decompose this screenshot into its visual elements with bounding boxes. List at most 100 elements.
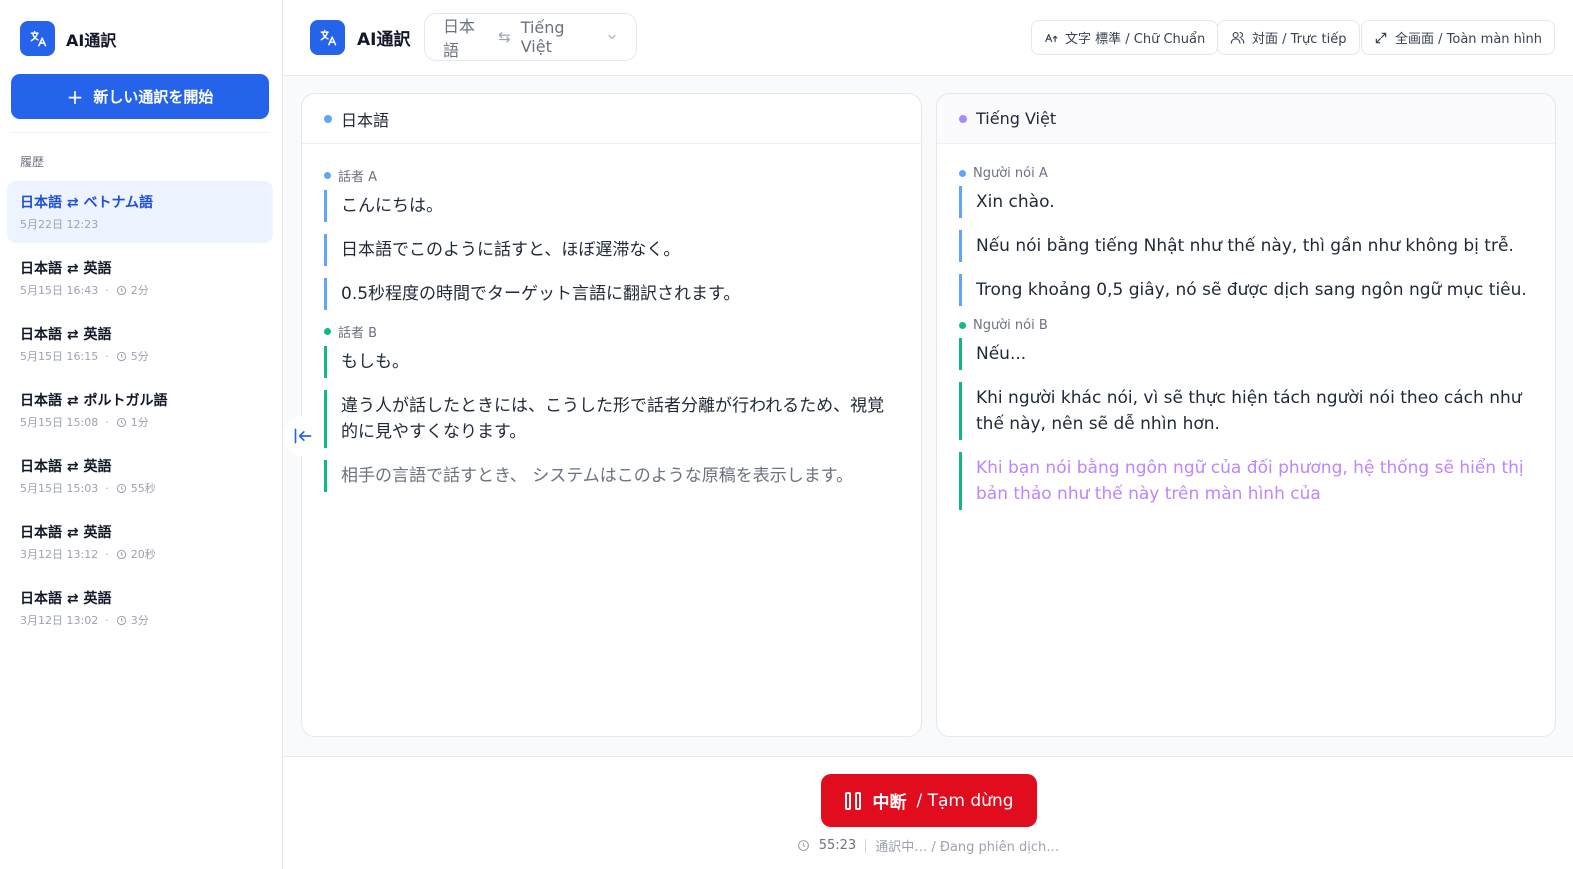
history-item-date: 5月22日 12:23 bbox=[20, 218, 99, 231]
meta-separator: · bbox=[105, 613, 109, 627]
fullscreen-button[interactable]: 全画面 / Toàn màn hình bbox=[1361, 20, 1555, 55]
history-item-date: 5月15日 15:08 bbox=[20, 416, 99, 429]
history-item-date: 3月12日 13:02 bbox=[20, 614, 99, 627]
history-item-date: 5月15日 16:15 bbox=[20, 350, 99, 363]
source-language: 日本語 bbox=[443, 17, 476, 60]
target-panel: Tiếng Việt Người nói A Xin chào. Nếu nói b… bbox=[936, 93, 1556, 737]
history-item[interactable]: 日本語 ⇄ ベトナム語 5月22日 12:23 bbox=[7, 181, 273, 243]
clock-icon bbox=[116, 417, 127, 428]
new-session-label: 新しい通訳を開始 bbox=[93, 88, 214, 106]
interpreting-status: 通訳中… / Đang phiên dịch… bbox=[875, 840, 1060, 855]
divider bbox=[11, 132, 269, 133]
clock-icon bbox=[116, 549, 127, 560]
history-item-title: 日本語 ⇄ ポルトガル語 bbox=[20, 393, 168, 409]
transcript-line: Xin chào. bbox=[959, 186, 1533, 218]
history-item-duration: 20秒 bbox=[130, 548, 156, 561]
history-item[interactable]: 日本語 ⇄ 英語 3月12日 13:02 · 3分 bbox=[7, 577, 273, 639]
history-item-meta: 5月15日 15:03 · 55秒 bbox=[20, 480, 260, 496]
transcript-area: 日本語 話者 A こんにちは。 日本語でこのように話すと、ほぼ遅滞なく。 0.5秒程度… bbox=[283, 76, 1573, 756]
pause-button[interactable]: 中断 / Tạm dừng bbox=[821, 774, 1037, 827]
meta-separator: · bbox=[105, 547, 109, 561]
transcript-line: もしも。 bbox=[324, 346, 899, 378]
top-header: AI通訳 日本語 ⇆ Tiếng Việt 文字 標準 / Chữ Chuẩn … bbox=[283, 0, 1573, 76]
transcript-line: Nếu nói bằng tiếng Nhật như thế này, thì… bbox=[959, 230, 1533, 262]
history-item-duration: 5分 bbox=[130, 350, 149, 363]
translate-icon bbox=[20, 21, 55, 56]
history-item-meta: 3月12日 13:02 · 3分 bbox=[20, 612, 260, 628]
history-item[interactable]: 日本語 ⇄ 英語 5月15日 16:15 · 5分 bbox=[7, 313, 273, 375]
swap-icon: ⇆ bbox=[498, 28, 511, 46]
sidebar-brand[interactable]: AI通訳 bbox=[20, 21, 116, 56]
speaker-group: 話者 A こんにちは。 日本語でこのように話すと、ほぼ遅滞なく。 0.5秒程度の時間で… bbox=[324, 166, 899, 310]
transcript-line: Nếu... bbox=[959, 338, 1533, 370]
draft-line: Khi bạn nói bằng ngôn ngữ của đối phương… bbox=[959, 452, 1533, 510]
source-panel-header: 日本語 bbox=[302, 94, 921, 144]
users-icon bbox=[1230, 31, 1245, 44]
meta-separator: · bbox=[105, 415, 109, 429]
source-transcript: 話者 A こんにちは。 日本語でこのように話すと、ほぼ遅滞なく。 0.5秒程度の時間で… bbox=[302, 144, 921, 492]
pause-label-ja: 中断 bbox=[872, 793, 907, 813]
header-brand: AI通訳 bbox=[310, 20, 410, 55]
transcript-line: 日本語でこのように話すと、ほぼ遅滞なく。 bbox=[324, 234, 899, 266]
speaker-name: 話者 B bbox=[338, 326, 378, 341]
history-item-title: 日本語 ⇄ 英語 bbox=[20, 525, 112, 541]
face-to-face-label: 対面 / Trực tiếp bbox=[1252, 32, 1347, 47]
pause-icon bbox=[845, 791, 862, 810]
text-size-button[interactable]: 文字 標準 / Chữ Chuẩn bbox=[1031, 20, 1219, 55]
collapse-left-icon bbox=[294, 428, 312, 444]
history-item[interactable]: 日本語 ⇄ 英語 3月12日 13:12 · 20秒 bbox=[7, 511, 273, 573]
translate-icon bbox=[310, 20, 345, 55]
history-item-title: 日本語 ⇄ 英語 bbox=[20, 591, 112, 607]
source-panel-title: 日本語 bbox=[341, 110, 390, 130]
history-item-meta: 5月15日 16:15 · 5分 bbox=[20, 348, 260, 364]
history-title: 履歴 bbox=[20, 155, 45, 169]
transcript-line: Khi người khác nói, vì sẽ thực hiện tách… bbox=[959, 382, 1533, 440]
target-dot bbox=[959, 114, 967, 123]
language-pair-select[interactable]: 日本語 ⇆ Tiếng Việt bbox=[424, 13, 637, 61]
history-item-duration: 55秒 bbox=[130, 482, 156, 495]
speaker-name: Người nói B bbox=[973, 318, 1048, 333]
header-app-name: AI通訳 bbox=[357, 30, 411, 50]
speaker-dot bbox=[324, 172, 331, 179]
collapse-sidebar-button[interactable] bbox=[283, 416, 323, 456]
transcript-line: Trong khoảng 0,5 giây, nó sẽ được dịch s… bbox=[959, 274, 1533, 306]
speaker-dot bbox=[959, 322, 966, 329]
source-dot bbox=[324, 114, 332, 123]
face-to-face-button[interactable]: 対面 / Trực tiếp bbox=[1217, 20, 1360, 55]
history-item-date: 5月15日 15:03 bbox=[20, 482, 99, 495]
history-item-date: 5月15日 16:43 bbox=[20, 284, 99, 297]
clock-icon bbox=[116, 351, 127, 362]
app-name: AI通訳 bbox=[66, 30, 117, 50]
expand-icon bbox=[1375, 32, 1387, 43]
clock-icon bbox=[116, 285, 127, 296]
history-item[interactable]: 日本語 ⇄ 英語 5月15日 16:43 · 2分 bbox=[7, 247, 273, 309]
history-item[interactable]: 日本語 ⇄ 英語 5月15日 15:03 · 55秒 bbox=[7, 445, 273, 507]
history-item-title: 日本語 ⇄ 英語 bbox=[20, 327, 112, 343]
target-panel-title: Tiếng Việt bbox=[976, 109, 1057, 128]
plus-icon: + bbox=[66, 84, 84, 109]
divider bbox=[865, 838, 867, 853]
history-list: 日本語 ⇄ ベトナム語 5月22日 12:23 日本語 ⇄ 英語 5月15日 16:4… bbox=[7, 181, 273, 643]
history-item-title: 日本語 ⇄ 英語 bbox=[20, 459, 112, 475]
control-bar: 中断 / Tạm dừng 55:23 通訳中… / Đang phiên dị… bbox=[283, 756, 1573, 869]
target-transcript: Người nói A Xin chào. Nếu nói bằng tiếng N… bbox=[937, 144, 1555, 510]
speaker-group: 話者 B もしも。違う人が話したときには、こうした形で話者分離が行われるため、視覚… bbox=[324, 322, 899, 492]
history-item-meta: 5月15日 16:43 · 2分 bbox=[20, 282, 260, 298]
transcript-line: 0.5秒程度の時間でターゲット言語に翻訳されます。 bbox=[324, 278, 899, 310]
history-item-title: 日本語 ⇄ 英語 bbox=[20, 261, 112, 277]
elapsed-time: 55:23 bbox=[818, 838, 857, 853]
transcript-line: 違う人が話したときには、こうした形で話者分離が行われるため、視覚的に見やすくなり… bbox=[324, 390, 899, 448]
history-item-meta: 5月15日 15:08 · 1分 bbox=[20, 414, 260, 430]
history-item[interactable]: 日本語 ⇄ ポルトガル語 5月15日 15:08 · 1分 bbox=[7, 379, 273, 441]
speaker-group: Người nói B Nếu... Khi người khác nói, vì … bbox=[959, 318, 1533, 510]
target-panel-header: Tiếng Việt bbox=[937, 94, 1555, 144]
chevron-down-icon bbox=[606, 31, 618, 43]
clock-icon bbox=[116, 615, 127, 626]
clock-icon bbox=[116, 483, 127, 494]
meta-separator: · bbox=[105, 349, 109, 363]
speaker-label: Người nói B bbox=[959, 318, 1533, 333]
session-status: 55:23 通訳中… / Đang phiên dịch… bbox=[283, 836, 1573, 855]
speaker-label: 話者 B bbox=[324, 322, 899, 341]
speaker-dot bbox=[324, 328, 331, 335]
new-session-button[interactable]: + 新しい通訳を開始 bbox=[11, 74, 269, 119]
